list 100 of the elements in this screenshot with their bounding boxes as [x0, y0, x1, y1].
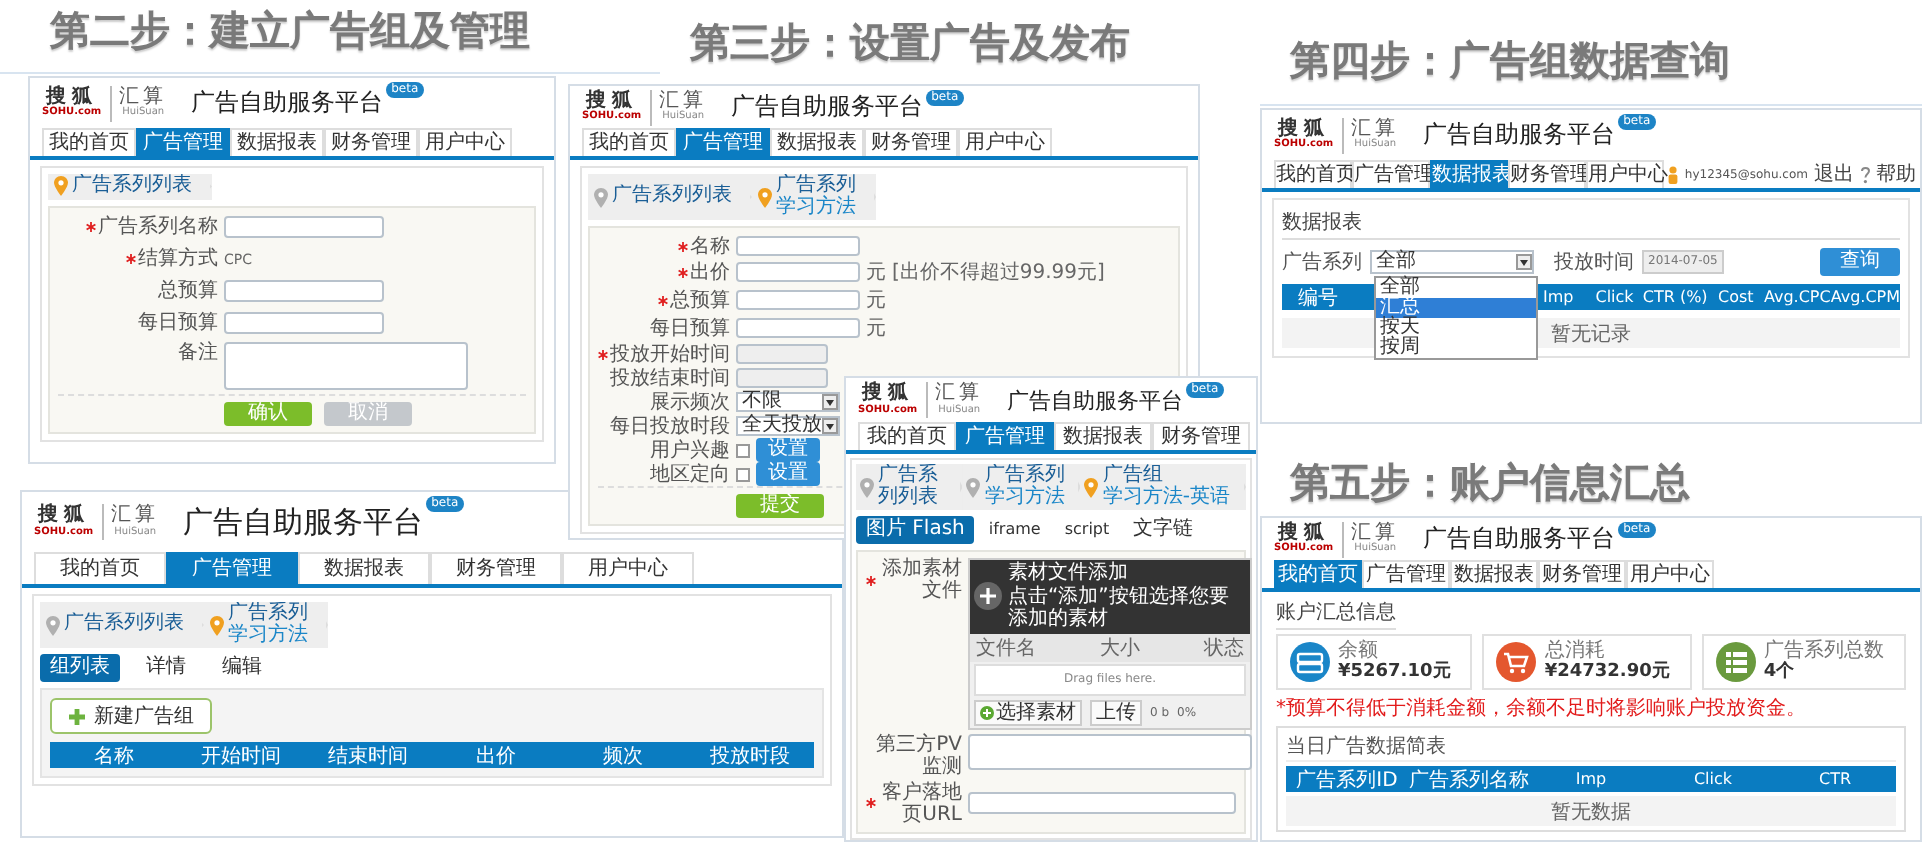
- breadcrumb-link[interactable]: 广告系列列表: [64, 614, 184, 636]
- brand-name: 搜狐: [37, 506, 90, 527]
- button-label: 选择素材: [996, 701, 1076, 723]
- nav-tab[interactable]: 我的首页: [582, 128, 676, 156]
- caret-icon: [822, 394, 838, 410]
- breadcrumb-link[interactable]: 广告组: [1102, 466, 1230, 487]
- nav-tab[interactable]: 财务管理: [864, 128, 958, 156]
- input-field[interactable]: [224, 216, 384, 238]
- column-header: 名称: [91, 743, 136, 769]
- column-header: Avg.CPC: [1763, 288, 1831, 306]
- field-label: 总预算: [158, 280, 218, 302]
- breadcrumb-link[interactable]: 广告系列列表: [72, 176, 192, 197]
- field-label: 名称: [690, 235, 730, 257]
- nav-tab[interactable]: 广告管理: [676, 128, 770, 156]
- sub-tab[interactable]: iframe: [978, 516, 1051, 544]
- input-field[interactable]: [968, 792, 1236, 814]
- sub-tab[interactable]: 文字链: [1123, 516, 1204, 544]
- platform-title: 广告自助服务平台: [731, 90, 924, 124]
- checkbox[interactable]: [736, 467, 750, 481]
- input-field[interactable]: [224, 312, 384, 334]
- sub-tab[interactable]: 编辑: [212, 654, 272, 682]
- dropdown-option[interactable]: 全部: [1376, 278, 1536, 298]
- breadcrumb-link[interactable]: 广告系列列表: [612, 186, 732, 208]
- field-label: 客户落地页URL: [880, 781, 962, 825]
- person-icon: [1668, 165, 1679, 183]
- nav-tab[interactable]: 广告管理: [956, 422, 1054, 450]
- input-field[interactable]: [224, 280, 384, 302]
- breadcrumb-link[interactable]: 广告系列列表: [878, 466, 947, 508]
- breadcrumb-link[interactable]: 广告系列: [776, 176, 856, 197]
- nav-tab[interactable]: 数据报表: [1054, 422, 1152, 450]
- nav-tab[interactable]: 广告管理: [1362, 560, 1450, 588]
- stat-value: ¥24732.90元: [1544, 663, 1670, 682]
- input-field[interactable]: [736, 290, 860, 310]
- dropdown-option[interactable]: 按周: [1376, 338, 1536, 358]
- column-header: 结束时间: [326, 743, 411, 769]
- section-title: 数据报表: [1282, 208, 1900, 240]
- sub-tab[interactable]: 详情: [136, 654, 196, 682]
- input-field[interactable]: [736, 262, 860, 282]
- select-field[interactable]: 不限: [736, 392, 840, 412]
- nav-tab[interactable]: 财务管理: [1152, 422, 1250, 450]
- nav-tab[interactable]: 广告管理: [136, 128, 230, 156]
- field-label: 每日预算: [650, 317, 730, 339]
- column-header: 投放时段: [708, 743, 793, 769]
- breadcrumb-link[interactable]: 广告系列: [984, 466, 1065, 487]
- nav-tab[interactable]: 我的首页: [42, 128, 136, 156]
- nav-tab[interactable]: 数据报表: [230, 128, 324, 156]
- select-field[interactable]: 全部: [1370, 250, 1534, 274]
- column-header: 文件名: [976, 635, 1036, 661]
- field-label: 结算方式: [138, 248, 218, 270]
- text-area[interactable]: [968, 733, 1252, 769]
- add-icon: [974, 582, 1002, 611]
- nav-tab[interactable]: 用户中心: [1586, 160, 1664, 188]
- nav-tab[interactable]: 用户中心: [958, 128, 1052, 156]
- unit-label: 元: [866, 316, 886, 342]
- column-header: Imp: [1540, 288, 1576, 306]
- brand-name: 搜狐: [861, 384, 914, 405]
- logout-link[interactable]: 退出: [1814, 160, 1854, 188]
- help-link[interactable]: 帮助: [1876, 160, 1916, 188]
- column-header: 广告系列名称: [1408, 767, 1530, 793]
- field-label: 总预算: [670, 289, 730, 311]
- field-label: 展示频次: [650, 391, 730, 413]
- nav-tab[interactable]: 数据报表: [1450, 560, 1538, 588]
- section-title: 账户汇总信息: [1276, 598, 1396, 630]
- column-header: 频次: [601, 743, 646, 769]
- field-label: 广告系列名称: [98, 216, 218, 238]
- nav-tab[interactable]: 用户中心: [1626, 560, 1714, 588]
- checkbox[interactable]: [736, 443, 750, 457]
- text-area[interactable]: [224, 341, 468, 389]
- select-field[interactable]: 全天投放: [736, 416, 840, 436]
- brand-name: 搜狐: [45, 87, 98, 108]
- nav-tab[interactable]: 数据报表: [770, 128, 864, 156]
- nav-tab[interactable]: 广告管理: [166, 552, 298, 584]
- dropdown-option[interactable]: 按天: [1376, 318, 1536, 338]
- nav-tab[interactable]: 我的首页: [1274, 560, 1362, 588]
- nav-tab[interactable]: 数据报表: [298, 552, 430, 584]
- sub-tab[interactable]: 图片 Flash: [856, 516, 975, 544]
- input-field[interactable]: [736, 236, 860, 256]
- nav-tab[interactable]: 财务管理: [1538, 560, 1626, 588]
- upload-button[interactable]: 上传: [1090, 699, 1142, 725]
- stat-value: ¥5267.10元: [1338, 663, 1451, 682]
- sub-tab[interactable]: script: [1054, 516, 1120, 544]
- input-field[interactable]: [736, 318, 860, 338]
- nav-tab[interactable]: 用户中心: [562, 552, 694, 584]
- nav-tab[interactable]: 财务管理: [430, 552, 562, 584]
- field-label: 投放开始时间: [610, 343, 730, 365]
- nav-tab[interactable]: 用户中心: [418, 128, 512, 156]
- nav-tab[interactable]: 财务管理: [324, 128, 418, 156]
- sub-tab[interactable]: 组列表: [40, 654, 120, 682]
- new-group-button[interactable]: 新建广告组: [50, 698, 212, 734]
- platform-title: 广告自助服务平台: [1423, 522, 1616, 556]
- nav-tab[interactable]: 我的首页: [858, 422, 956, 450]
- breadcrumb-link[interactable]: 广告系列: [228, 604, 308, 625]
- nav-tab[interactable]: 我的首页: [34, 552, 166, 584]
- column-header: 大小: [1100, 635, 1140, 661]
- column-header: 编号: [1296, 285, 1338, 311]
- choose-button[interactable]: 选择素材: [974, 699, 1082, 725]
- input-field[interactable]: [736, 368, 828, 388]
- table-title: 当日广告数据简表: [1286, 732, 1896, 762]
- input-field[interactable]: [736, 344, 828, 364]
- field-label: 地区定向: [650, 463, 730, 485]
